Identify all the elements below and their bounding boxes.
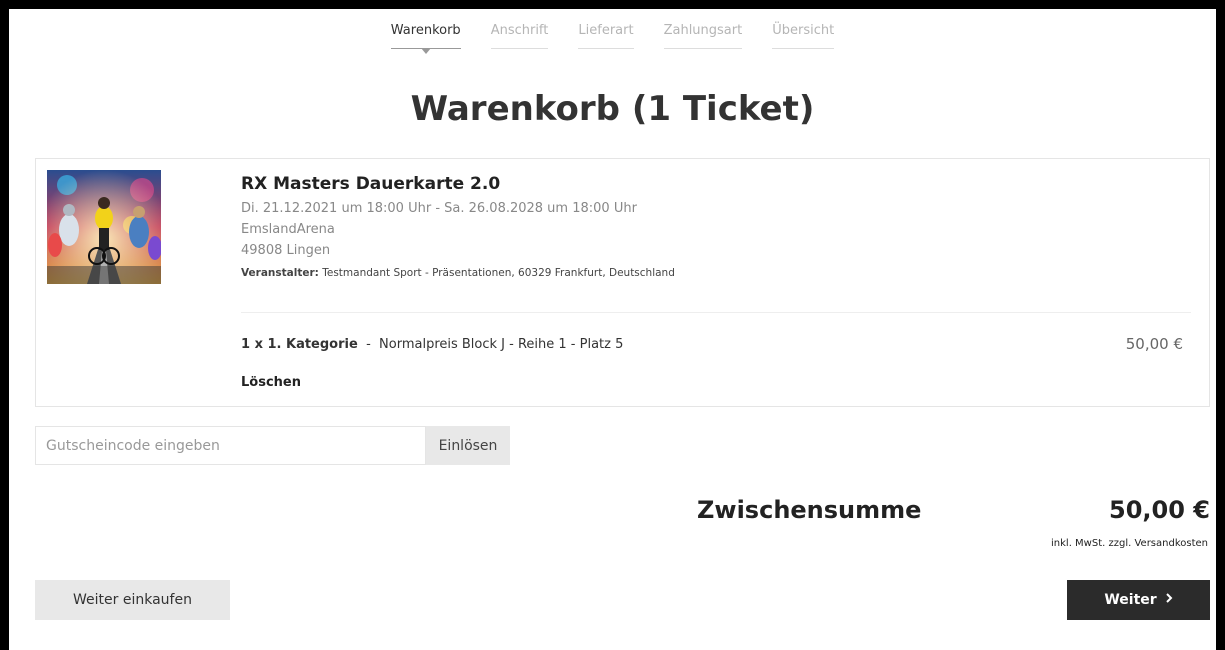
event-title[interactable]: RX Masters Dauerkarte 2.0: [241, 174, 675, 194]
page-title: Warenkorb (1 Ticket): [410, 89, 815, 129]
chevron-right-icon: [1165, 592, 1173, 608]
event-city: 49808 Lingen: [241, 243, 331, 258]
divider: [241, 312, 1191, 313]
step-cart[interactable]: Warenkorb: [390, 23, 461, 49]
next-button[interactable]: Weiter: [1067, 580, 1210, 620]
tax-note: inkl. MwSt. zzgl. Versandkosten: [1051, 538, 1208, 549]
organizer-value: Testmandant Sport - Präsentationen, 6032…: [322, 267, 675, 279]
step-overview[interactable]: Übersicht: [772, 23, 835, 49]
step-payment[interactable]: Zahlungsart: [663, 23, 743, 49]
step-delivery[interactable]: Lieferart: [578, 23, 634, 49]
event-image: [47, 170, 161, 284]
next-button-label: Weiter: [1104, 592, 1157, 608]
continue-shopping-button[interactable]: Weiter einkaufen: [35, 580, 230, 620]
voucher-input[interactable]: [35, 426, 426, 465]
event-organizer: Veranstalter: Testmandant Sport - Präsen…: [241, 267, 675, 279]
organizer-label: Veranstalter:: [241, 267, 319, 279]
delete-link[interactable]: Löschen: [241, 375, 301, 390]
event-info: RX Masters Dauerkarte 2.0 Di. 21.12.2021…: [241, 174, 675, 279]
ticket-separator: -: [366, 337, 371, 352]
step-address[interactable]: Anschrift: [490, 23, 549, 49]
ticket-quantity-category: 1 x 1. Kategorie: [241, 337, 358, 352]
voucher-form: Einlösen: [35, 426, 510, 465]
cart-item: RX Masters Dauerkarte 2.0 Di. 21.12.2021…: [35, 158, 1210, 407]
redeem-button[interactable]: Einlösen: [426, 426, 510, 465]
checkout-page: Warenkorb Anschrift Lieferart Zahlungsar…: [9, 9, 1216, 650]
ticket-line: 1 x 1. Kategorie - Normalpreis Block J -…: [241, 337, 623, 352]
ticket-details: Normalpreis Block J - Reihe 1 - Platz 5: [379, 337, 624, 352]
subtotal-label: Zwischensumme: [697, 496, 922, 524]
ticket-price: 50,00 €: [1125, 335, 1183, 353]
event-venue: EmslandArena: [241, 222, 335, 237]
checkout-steps: Warenkorb Anschrift Lieferart Zahlungsar…: [9, 23, 1216, 49]
event-dates: Di. 21.12.2021 um 18:00 Uhr - Sa. 26.08.…: [241, 201, 637, 216]
subtotal-value: 50,00 €: [1109, 496, 1210, 524]
